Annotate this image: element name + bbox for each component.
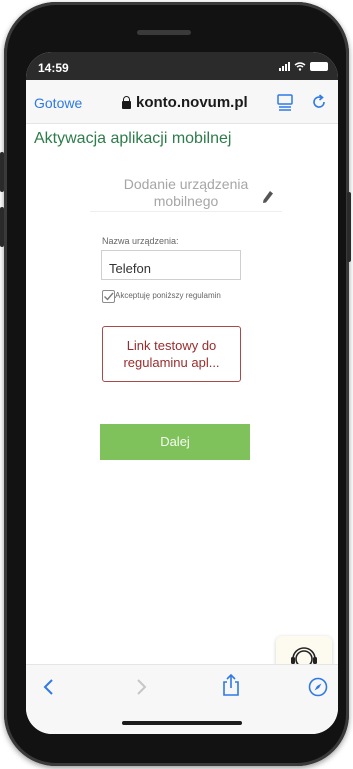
signal-icon xyxy=(279,62,290,71)
status-time: 14:59 xyxy=(38,61,69,75)
power-button xyxy=(347,192,351,262)
next-button[interactable]: Dalej xyxy=(100,424,250,460)
phone-frame: 14:59 Gotowe konto.novum.pl Aktywacja ap… xyxy=(0,2,351,766)
share-icon[interactable] xyxy=(222,673,240,697)
volume-button xyxy=(0,207,4,247)
terms-checkbox[interactable] xyxy=(102,290,115,303)
page-title: Aktywacja aplikacji mobilnej xyxy=(34,130,232,147)
home-indicator[interactable] xyxy=(122,721,242,725)
reload-icon[interactable] xyxy=(310,93,328,111)
compass-icon[interactable] xyxy=(308,677,328,697)
status-bar: 14:59 xyxy=(26,52,338,80)
web-page: Aktywacja aplikacji mobilnej Dodanie urz… xyxy=(26,124,338,692)
done-button[interactable]: Gotowe xyxy=(34,95,82,111)
home-indicator-area xyxy=(26,710,338,734)
url-text: konto.novum.pl xyxy=(136,94,248,111)
device-header-text: Dodanie urządzenia mobilnego xyxy=(123,176,249,209)
terms-link[interactable]: Link testowy do regulaminu apl... xyxy=(102,326,241,382)
battery-icon xyxy=(310,62,328,71)
terms-checkbox-label: Akceptuję poniższy regulamin xyxy=(115,291,221,300)
chevron-left-icon[interactable] xyxy=(42,677,56,697)
lock-icon xyxy=(122,96,131,109)
reader-view-icon[interactable] xyxy=(276,93,294,111)
screen: 14:59 Gotowe konto.novum.pl Aktywacja ap… xyxy=(26,52,338,734)
device-name-label: Nazwa urządzenia: xyxy=(102,236,179,246)
volume-button xyxy=(0,152,4,192)
wifi-icon xyxy=(294,62,306,71)
device-name-input[interactable] xyxy=(101,250,241,280)
chevron-right-icon[interactable] xyxy=(134,677,148,697)
pencil-icon[interactable] xyxy=(262,190,274,204)
status-icons xyxy=(279,62,328,71)
checkmark-icon xyxy=(104,292,114,301)
url-display[interactable]: konto.novum.pl xyxy=(122,94,248,111)
browser-toolbar xyxy=(26,664,338,710)
speaker-grille xyxy=(137,30,191,35)
device-header: Dodanie urządzenia mobilnego xyxy=(90,176,282,212)
browser-address-bar: Gotowe konto.novum.pl xyxy=(26,80,338,124)
